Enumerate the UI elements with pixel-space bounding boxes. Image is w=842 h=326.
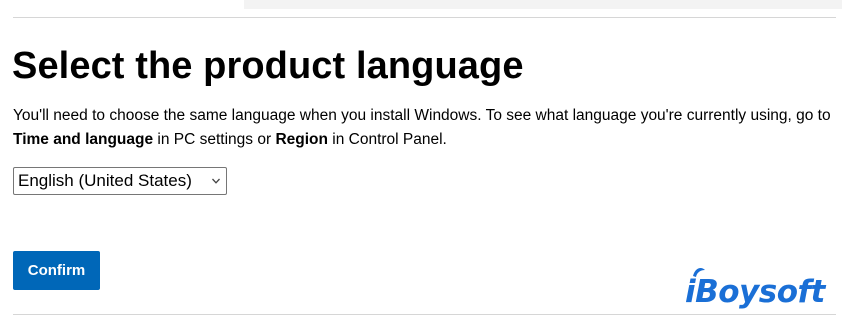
instructions-part-3: in Control Panel. [327,131,447,148]
chevron-down-icon [212,178,220,184]
download-page: Select the product language You'll need … [0,0,842,326]
confirm-button[interactable]: Confirm [13,251,100,290]
region-label: Region [275,131,328,148]
instructions-part-1: You'll need to choose the same language … [13,107,831,124]
language-select[interactable]: English (United States) [13,167,227,195]
top-divider [13,17,836,18]
page-title: Select the product language [12,45,524,87]
language-select-value: English (United States) [18,171,192,190]
bottom-divider [13,314,836,315]
instructions-text: You'll need to choose the same language … [13,104,833,152]
time-and-language-label: Time and language [13,131,154,148]
svg-text:iBoysoft: iBoysoft [685,274,826,310]
instructions-part-2: in PC settings or [153,131,276,148]
top-banner-strip [244,0,842,9]
iboysoft-watermark-logo: iBoysoft [685,268,827,310]
